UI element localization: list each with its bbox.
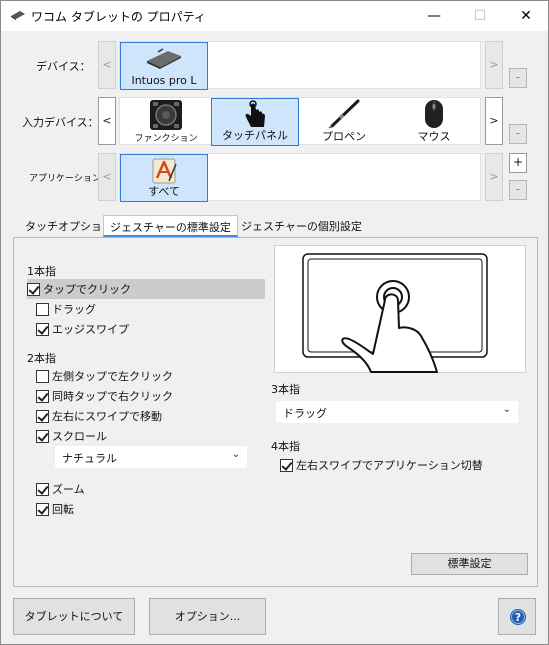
options-button[interactable]: オプション... <box>149 598 266 635</box>
scroll-direction-value: ナチュラル <box>62 452 117 465</box>
input-device-label: 入力デバイス： <box>22 116 99 129</box>
app-scroll-right-button[interactable]: > <box>485 153 503 201</box>
svg-text:?: ? <box>515 611 521 624</box>
input-scroll-left-button[interactable]: < <box>98 97 116 145</box>
mouse-icon <box>425 100 443 128</box>
all-apps-icon <box>152 158 177 184</box>
app-tile-label: すべて <box>148 185 180 198</box>
option-label: ズーム <box>52 483 85 496</box>
three-finger-title: 3本指 <box>271 383 300 396</box>
option-scroll[interactable]: スクロール <box>36 426 107 446</box>
input-tile-label: プロペン <box>322 130 366 143</box>
option-label: 左右スワイプでアプリケーション切替 <box>296 459 483 472</box>
option-zoom[interactable]: ズーム <box>36 479 85 499</box>
pen-icon <box>328 99 360 129</box>
device-scroll-right-button[interactable]: > <box>485 41 503 89</box>
device-scroll-left-button[interactable]: < <box>98 41 116 89</box>
app-switch-checkbox[interactable] <box>280 458 293 472</box>
edge-swipe-checkbox[interactable] <box>36 322 49 336</box>
help-button[interactable]: ? <box>498 598 536 635</box>
input-tile-label: タッチパネル <box>222 129 288 142</box>
option-app-switch[interactable]: 左右スワイプでアプリケーション切替 <box>280 455 483 475</box>
option-simultaneous-tap-right-click[interactable]: 同時タップで右クリック <box>36 386 173 406</box>
input-device-strip: ファンクション タッチパネル プロペン マウス <box>119 97 481 146</box>
option-edge-swipe[interactable]: エッジスワイプ <box>36 319 129 339</box>
tablet-properties-window: ワコム タブレットの プロパティ — ☐ ✕ デバイス： < Intuos pr… <box>0 0 549 645</box>
rotate-checkbox[interactable] <box>36 502 49 516</box>
tap-to-click-checkbox[interactable] <box>27 282 40 296</box>
four-finger-title: 4本指 <box>271 440 300 453</box>
wacom-tablet-icon <box>11 11 25 20</box>
chevron-down-icon: ⌄ <box>231 449 240 460</box>
three-finger-action-value: ドラッグ <box>283 407 327 420</box>
tab-custom-gestures[interactable]: ジェスチャーの個別設定 <box>235 215 368 237</box>
tab-standard-gestures[interactable]: ジェスチャーの標準設定 <box>103 215 238 237</box>
input-tile-label: マウス <box>417 130 451 143</box>
left-tap-checkbox[interactable] <box>36 369 49 383</box>
help-icon: ? <box>510 609 526 625</box>
option-label: 同時タップで右クリック <box>52 390 173 403</box>
option-left-tap-left-click[interactable]: 左側タップで左クリック <box>36 366 173 386</box>
drag-checkbox[interactable] <box>36 302 49 316</box>
option-label: エッジスワイプ <box>52 323 129 336</box>
touchpad-tap-illustration <box>302 253 488 373</box>
device-tile-label: Intuos pro L <box>131 74 197 87</box>
maximize-button[interactable]: ☐ <box>457 1 503 31</box>
application-strip: すべて <box>119 153 481 202</box>
app-remove-button[interactable]: - <box>509 180 527 200</box>
option-label: 回転 <box>52 503 74 516</box>
device-remove-button[interactable]: - <box>509 68 527 88</box>
app-scroll-left-button[interactable]: < <box>98 153 116 201</box>
option-rotate[interactable]: 回転 <box>36 499 74 519</box>
option-label: タップでクリック <box>43 283 131 296</box>
zoom-checkbox[interactable] <box>36 482 49 496</box>
restore-defaults-button[interactable]: 標準設定 <box>411 553 528 575</box>
option-label: スクロール <box>52 430 107 443</box>
input-tile-function[interactable]: ファンクション <box>122 98 210 146</box>
touch-hand-icon <box>245 100 265 127</box>
gesture-preview-image <box>274 245 526 373</box>
scroll-direction-select[interactable]: ナチュラル ⌄ <box>55 446 247 468</box>
input-tile-mouse[interactable]: マウス <box>390 98 478 146</box>
about-tablet-button[interactable]: タブレットについて <box>13 598 135 635</box>
option-label: 左側タップで左クリック <box>52 370 173 383</box>
option-label: 左右にスワイプで移動 <box>52 410 162 423</box>
three-finger-action-select[interactable]: ドラッグ ⌄ <box>276 401 518 423</box>
input-tile-label: ファンクション <box>134 134 198 144</box>
input-tile-pro-pen[interactable]: プロペン <box>300 98 388 146</box>
settings-tabs: タッチオプション ジェスチャーの標準設定 ジェスチャーの個別設定 <box>15 213 537 237</box>
right-click-checkbox[interactable] <box>36 389 49 403</box>
one-finger-title: 1本指 <box>27 265 56 278</box>
option-swipe-navigate[interactable]: 左右にスワイプで移動 <box>36 406 162 426</box>
option-drag[interactable]: ドラッグ <box>36 299 96 319</box>
chevron-down-icon: ⌄ <box>502 404 511 415</box>
function-icon <box>150 100 182 130</box>
window-title: ワコム タブレットの プロパティ <box>31 10 206 24</box>
device-label: デバイス： <box>36 60 91 73</box>
two-finger-title: 2本指 <box>27 352 56 365</box>
close-button[interactable]: ✕ <box>503 1 549 31</box>
option-tap-to-click[interactable]: タップでクリック <box>27 279 265 299</box>
swipe-navigate-checkbox[interactable] <box>36 409 49 423</box>
app-add-button[interactable]: + <box>509 153 527 173</box>
input-scroll-right-button[interactable]: > <box>485 97 503 145</box>
app-tile-all[interactable]: すべて <box>120 154 208 202</box>
input-remove-button[interactable]: - <box>509 124 527 144</box>
title-bar: ワコム タブレットの プロパティ — ☐ ✕ <box>1 1 548 31</box>
minimize-button[interactable]: — <box>411 1 457 31</box>
device-tile-intuos-pro-l[interactable]: Intuos pro L <box>120 42 208 90</box>
device-strip: Intuos pro L <box>119 41 481 90</box>
option-label: ドラッグ <box>52 303 96 316</box>
tablet-icon <box>147 48 181 69</box>
input-tile-touch[interactable]: タッチパネル <box>211 98 299 146</box>
scroll-checkbox[interactable] <box>36 429 49 443</box>
